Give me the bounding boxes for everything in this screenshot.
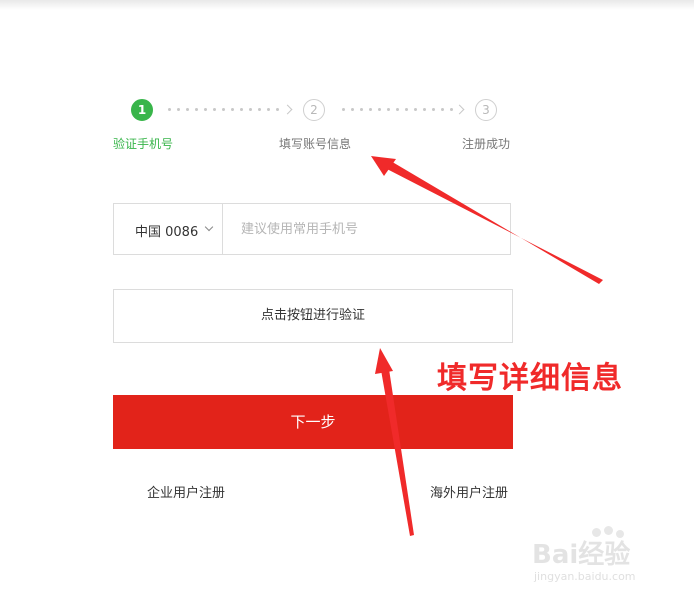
verify-button[interactable]: 点击按钮进行验证 xyxy=(113,289,513,343)
enterprise-register-link[interactable]: 企业用户注册 xyxy=(147,482,225,501)
top-shadow-bar xyxy=(0,0,694,10)
step-2-circle: 2 xyxy=(303,99,325,121)
phone-number-input[interactable] xyxy=(223,204,509,254)
step-3-circle: 3 xyxy=(475,99,497,121)
chevron-down-icon xyxy=(204,222,214,232)
annotation-text: 填写详细信息 xyxy=(437,361,623,396)
step-1-circle: 1 xyxy=(131,99,153,121)
step-3-label: 注册成功 xyxy=(462,137,511,151)
chevron-right-icon xyxy=(454,104,465,115)
country-code-value: 中国 0086 xyxy=(135,225,199,240)
arrow-head-verify xyxy=(375,348,393,374)
step-1-label: 验证手机号 xyxy=(113,137,174,151)
country-code-select[interactable]: 中国 0086 xyxy=(114,204,223,254)
step-2-label: 填写账号信息 xyxy=(279,137,352,151)
chevron-right-icon xyxy=(282,104,293,115)
next-step-button[interactable]: 下一步 xyxy=(113,395,513,449)
phone-input-row: 中国 0086 xyxy=(113,203,511,255)
step-connector-2 xyxy=(342,108,459,112)
overseas-register-link[interactable]: 海外用户注册 xyxy=(430,482,508,501)
watermark-url: jingyan.baidu.com xyxy=(534,570,636,583)
arrow-head-step2 xyxy=(371,156,396,176)
baidu-jingyan-watermark: Bai经验 jingyan.baidu.com xyxy=(532,526,682,586)
watermark-brand: Bai经验 xyxy=(532,540,631,570)
step-connector-1 xyxy=(168,108,285,112)
